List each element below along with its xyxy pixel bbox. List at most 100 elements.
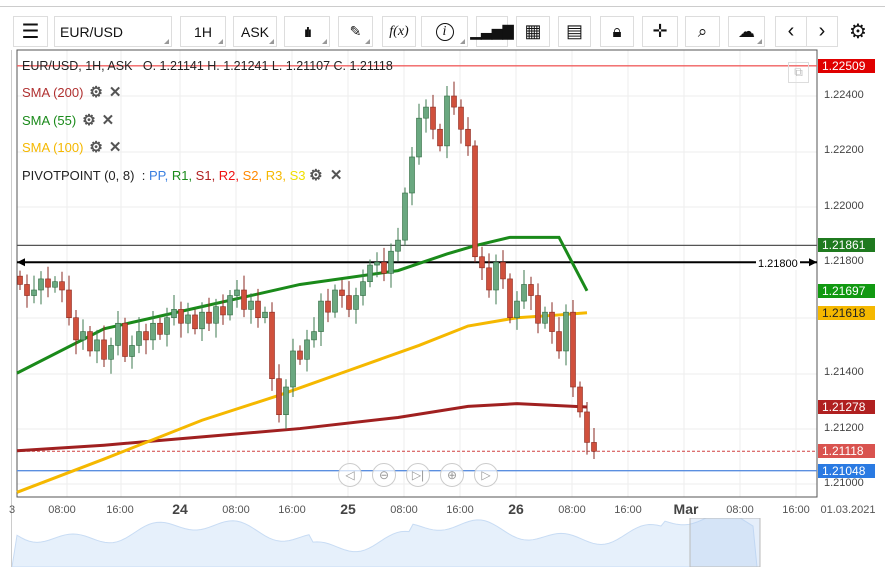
candle bbox=[409, 156, 415, 194]
sma200-label: SMA (200) bbox=[22, 84, 84, 100]
candle bbox=[563, 311, 569, 352]
popout-button[interactable]: ⧉ bbox=[788, 62, 809, 83]
indicator-pivot: PIVOTPOINT (0, 8) : PP, R1, S1, R2, S2, … bbox=[22, 166, 342, 184]
scroll-left-button[interactable]: ◁ bbox=[338, 463, 362, 487]
navigator[interactable] bbox=[12, 518, 885, 567]
candle bbox=[87, 331, 93, 352]
zoom-in-icon: ⊕ bbox=[446, 468, 458, 482]
pivot-sep: : bbox=[141, 167, 146, 183]
candle bbox=[458, 106, 464, 130]
candle bbox=[269, 311, 275, 379]
candle bbox=[31, 289, 37, 296]
candle bbox=[241, 289, 247, 310]
candle bbox=[164, 317, 170, 335]
candle bbox=[185, 314, 191, 324]
candle bbox=[213, 306, 219, 324]
candle bbox=[395, 239, 401, 252]
candle bbox=[234, 289, 240, 296]
candle bbox=[136, 331, 142, 346]
pivot-item-s3: S3 bbox=[289, 167, 306, 183]
scroll-right-button[interactable]: ▷ bbox=[474, 463, 498, 487]
price-badge: 1.21618 bbox=[818, 305, 875, 320]
candle bbox=[521, 284, 527, 302]
time-axis-label: 16:00 bbox=[278, 504, 306, 516]
candle bbox=[577, 386, 583, 413]
price-axis-label: 1.21400 bbox=[824, 366, 864, 379]
candle bbox=[542, 311, 548, 324]
candle bbox=[381, 261, 387, 274]
candle bbox=[115, 322, 121, 346]
candle bbox=[248, 300, 254, 310]
candle bbox=[549, 311, 555, 332]
candle bbox=[59, 281, 65, 291]
zoom-in-button[interactable]: ⊕ bbox=[440, 463, 464, 487]
arrow-right-marker bbox=[809, 258, 817, 267]
candle bbox=[479, 256, 485, 269]
gear-icon[interactable]: ⚙ bbox=[309, 166, 322, 184]
candle bbox=[80, 331, 86, 341]
candle bbox=[374, 261, 380, 266]
plot-frame bbox=[16, 49, 818, 498]
candle bbox=[283, 386, 289, 416]
candle bbox=[108, 345, 114, 360]
candle bbox=[311, 331, 317, 341]
candle bbox=[500, 261, 506, 280]
candle bbox=[591, 442, 597, 452]
indicator-sma200: SMA (200) ⚙ ✕ bbox=[22, 83, 121, 101]
candle bbox=[486, 267, 492, 291]
close-icon[interactable]: ✕ bbox=[330, 166, 343, 184]
zoom-out-button[interactable]: ⊖ bbox=[372, 463, 396, 487]
candle bbox=[570, 311, 576, 388]
pivot-item-r1: R1, bbox=[171, 167, 196, 183]
navigator-window-handle[interactable] bbox=[689, 518, 761, 567]
candle bbox=[332, 289, 338, 313]
candle bbox=[304, 339, 310, 360]
close-icon[interactable]: ✕ bbox=[109, 83, 122, 101]
time-axis-label: 24 bbox=[172, 501, 188, 517]
candle bbox=[416, 117, 422, 158]
pivot-item-r3: R3, bbox=[265, 167, 290, 183]
candle bbox=[535, 295, 541, 324]
ohlc-header: EUR/USD, 1H, ASK O. 1.21141 H. 1.21241 L… bbox=[22, 59, 393, 73]
time-axis-label: 08:00 bbox=[726, 504, 754, 516]
time-axis-label: 01.03.2021 bbox=[820, 504, 876, 516]
price-badge: 1.21048 bbox=[818, 463, 875, 478]
candle bbox=[73, 317, 79, 341]
time-axis-label: 16:00 bbox=[446, 504, 474, 516]
candle bbox=[472, 145, 478, 258]
candle bbox=[388, 250, 394, 274]
candle bbox=[192, 314, 198, 330]
candle bbox=[129, 345, 135, 357]
candle bbox=[227, 295, 233, 316]
gear-icon[interactable]: ⚙ bbox=[89, 83, 102, 101]
candle bbox=[360, 281, 366, 296]
close-icon[interactable]: ✕ bbox=[102, 111, 115, 129]
candle bbox=[17, 275, 23, 285]
close-icon[interactable]: ✕ bbox=[109, 138, 122, 156]
time-axis-label: 16:00 bbox=[614, 504, 642, 516]
gear-icon[interactable]: ⚙ bbox=[82, 111, 95, 129]
price-axis-label: 1.21000 bbox=[824, 476, 864, 489]
indicator-sma100: SMA (100) ⚙ ✕ bbox=[22, 138, 121, 156]
candle bbox=[94, 339, 100, 352]
candle bbox=[430, 106, 436, 130]
price-badge: 1.21278 bbox=[818, 399, 875, 414]
candle bbox=[346, 295, 352, 310]
go-to-end-button[interactable]: ▷| bbox=[406, 463, 430, 487]
time-axis-label: 16:00 bbox=[106, 504, 134, 516]
candle bbox=[171, 309, 177, 319]
candle bbox=[143, 331, 149, 341]
time-axis-label: Mar bbox=[673, 501, 699, 517]
price-axis-label: 1.22000 bbox=[824, 199, 864, 212]
candle bbox=[423, 106, 429, 119]
time-axis-label: 08:00 bbox=[558, 504, 586, 516]
indicator-sma55: SMA (55) ⚙ ✕ bbox=[22, 111, 114, 129]
candle bbox=[199, 311, 205, 330]
candle bbox=[150, 322, 156, 341]
candle bbox=[157, 322, 163, 335]
candle bbox=[507, 278, 513, 319]
pivot-item-pp: PP, bbox=[148, 167, 172, 183]
time-axis-label: 08:00 bbox=[48, 504, 76, 516]
candle bbox=[318, 300, 324, 332]
gear-icon[interactable]: ⚙ bbox=[89, 138, 102, 156]
